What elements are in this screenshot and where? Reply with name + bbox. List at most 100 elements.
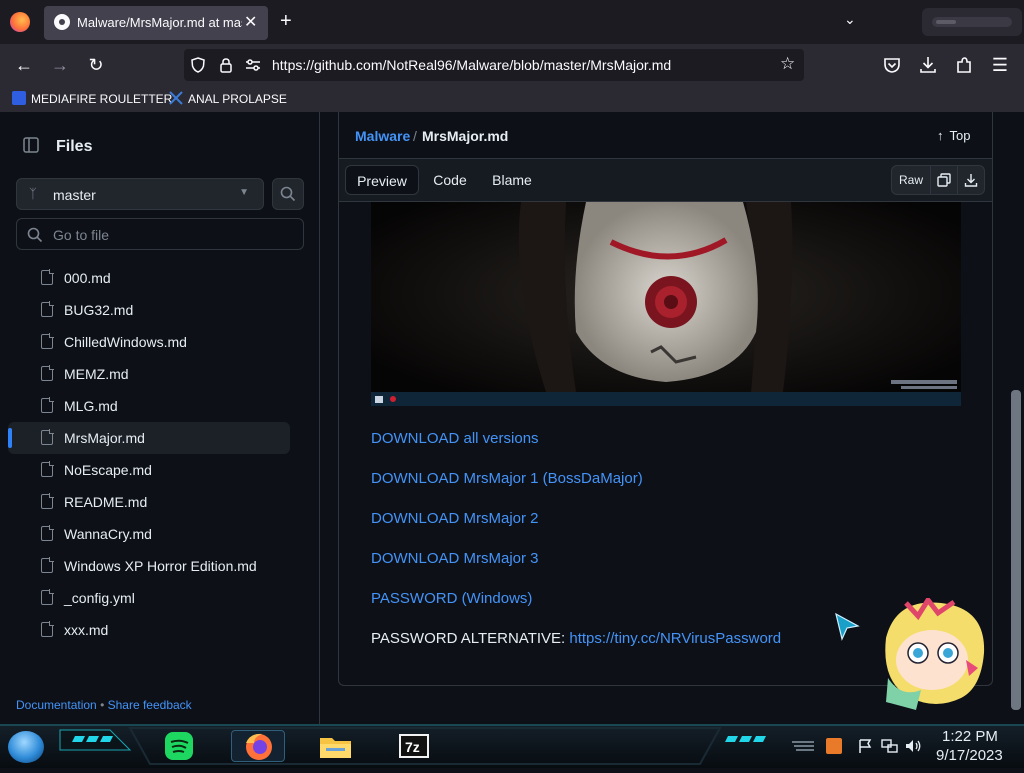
extensions-puzzle-icon[interactable] (954, 55, 974, 75)
go-to-file-input[interactable] (51, 224, 295, 246)
file-icon (41, 589, 54, 605)
address-bar[interactable]: https://github.com/NotReal96/Malware/blo… (184, 49, 804, 81)
downloads-icon[interactable] (918, 55, 938, 75)
navigation-toolbar: ← → ↻ https://github.com/NotReal96/Malwa… (0, 44, 1024, 86)
network-icon[interactable] (880, 738, 898, 754)
file-item-000-md[interactable]: 000.md (8, 262, 290, 294)
file-actions-group: Raw (891, 165, 985, 195)
page-scrollbar-thumb[interactable] (1011, 390, 1021, 710)
file-name: README.md (64, 494, 148, 510)
search-icon (27, 227, 43, 243)
breadcrumb-separator: / (413, 128, 417, 144)
reload-icon[interactable]: ↻ (83, 52, 109, 78)
volume-icon[interactable] (904, 738, 922, 754)
mediafire-favicon-icon (12, 91, 26, 105)
hamburger-menu-icon[interactable]: ☰ (987, 52, 1013, 78)
bookmark-anal-prolapse[interactable]: ANAL PROLAPSE (169, 91, 287, 106)
download-mrsmajor-2-link[interactable]: DOWNLOAD MrsMajor 2 (371, 510, 539, 527)
tracking-shield-icon[interactable] (190, 57, 206, 73)
taskbar-clock-date[interactable]: 9/17/2023 (936, 747, 1003, 764)
taskbar-7zip-button[interactable]: 7z (387, 730, 441, 762)
branch-name: master (53, 187, 96, 203)
password-alternative-label: PASSWORD ALTERNATIVE: (371, 630, 566, 647)
download-mrsmajor-1-link[interactable]: DOWNLOAD MrsMajor 1 (BossDaMajor) (371, 470, 643, 487)
file-item-readme-md[interactable]: README.md (8, 486, 290, 518)
bookmark-mediafire-roulette[interactable]: MEDIAFIRE ROULETTER (12, 91, 172, 106)
password-alternative-url-link[interactable]: https://tiny.cc/NRVirusPassword (569, 630, 781, 647)
file-item-mrsmajor-md[interactable]: MrsMajor.md (8, 422, 290, 454)
copy-raw-button[interactable] (931, 166, 958, 194)
bookmarks-toolbar: MEDIAFIRE ROULETTER ANAL PROLAPSE (0, 86, 1024, 112)
file-item-wannacry-md[interactable]: WannaCry.md (8, 518, 290, 550)
download-icon (964, 174, 978, 187)
firefox-logo-icon[interactable] (10, 12, 30, 32)
mrsmajor-screenshot-image (371, 202, 961, 406)
breadcrumb-repo-link[interactable]: Malware (355, 128, 410, 144)
url-text[interactable]: https://github.com/NotReal96/Malware/blo… (272, 57, 671, 73)
file-item-memz-md[interactable]: MEMZ.md (8, 358, 290, 390)
back-to-top-button[interactable]: ↑ Top (937, 128, 970, 143)
password-windows-link[interactable]: PASSWORD (Windows) (371, 590, 532, 607)
bookmark-label: MEDIAFIRE ROULETTER (31, 92, 173, 106)
bookmark-star-icon[interactable]: ☆ (780, 54, 795, 74)
start-button[interactable] (8, 731, 44, 763)
taskbar-firefox-button[interactable] (231, 730, 285, 762)
taskbar-spotify-button[interactable] (153, 730, 207, 762)
arrow-up-icon: ↑ (937, 128, 944, 143)
pocket-icon[interactable] (882, 56, 902, 74)
share-feedback-link[interactable]: Share feedback (108, 698, 192, 712)
page-permissions-icon[interactable] (244, 57, 262, 73)
tray-app-icon[interactable] (826, 738, 842, 754)
sidebar-footer: Documentation • Share feedback (16, 698, 192, 712)
back-arrow-icon[interactable]: ← (11, 52, 37, 78)
file-icon (41, 429, 54, 445)
file-header: Malware / MrsMajor.md ↑ Top (339, 112, 992, 158)
new-tab-button[interactable]: + (280, 10, 292, 33)
window-controls[interactable] (922, 8, 1022, 36)
desktop-mascot-character-image (885, 598, 985, 710)
documentation-link[interactable]: Documentation (16, 698, 97, 712)
raw-button[interactable]: Raw (892, 166, 931, 194)
folder-icon (320, 738, 351, 758)
collapse-sidebar-icon[interactable] (16, 130, 46, 160)
branch-selector[interactable]: ᛉ master ▼ (16, 178, 264, 210)
file-toolbar: Preview Code Blame Raw (339, 158, 992, 202)
download-all-versions-link[interactable]: DOWNLOAD all versions (371, 430, 539, 447)
search-files-button[interactable] (272, 178, 304, 210)
tab-close-icon[interactable]: ✕ (244, 12, 257, 32)
file-name: 000.md (64, 270, 111, 286)
file-name: MrsMajor.md (64, 430, 145, 446)
file-item-bug32-md[interactable]: BUG32.md (8, 294, 290, 326)
action-center-flag-icon[interactable] (857, 738, 873, 754)
file-icon (41, 621, 54, 637)
tab-code[interactable]: Code (423, 165, 477, 195)
file-icon (41, 333, 54, 349)
file-icon (41, 397, 54, 413)
file-icon (41, 461, 54, 477)
go-to-file-field[interactable] (16, 218, 304, 250)
forward-arrow-icon[interactable]: → (47, 52, 73, 78)
tab-title: Malware/MrsMajor.md at master · NotReal9… (77, 15, 242, 30)
taskbar-file-explorer-button[interactable] (309, 730, 363, 762)
file-item-chilledwindows-md[interactable]: ChilledWindows.md (8, 326, 290, 358)
file-item-noescape-md[interactable]: NoEscape.md (8, 454, 290, 486)
file-icon (41, 493, 54, 509)
browser-tab-active[interactable]: Malware/MrsMajor.md at master · NotReal9… (44, 6, 268, 40)
list-all-tabs-chevron-icon[interactable]: ⌄ (844, 11, 856, 28)
taskbar-stripes-icon (792, 741, 814, 751)
tab-blame[interactable]: Blame (481, 165, 543, 195)
tab-preview[interactable]: Preview (345, 165, 419, 195)
taskbar-clock-time[interactable]: 1:22 PM (942, 728, 998, 745)
file-item-mlg-md[interactable]: MLG.md (8, 390, 290, 422)
download-mrsmajor-3-link[interactable]: DOWNLOAD MrsMajor 3 (371, 550, 539, 567)
file-item-xxx-md[interactable]: xxx.md (8, 614, 290, 646)
7zip-label: 7z (405, 739, 420, 755)
file-name: Windows XP Horror Edition.md (64, 558, 257, 574)
file-item-windows-xp-horror-edition-md[interactable]: Windows XP Horror Edition.md (8, 550, 290, 582)
file-item-config-yml[interactable]: _config.yml (8, 582, 290, 614)
file-list: 000.md BUG32.md ChilledWindows.md MEMZ.m… (8, 262, 290, 646)
footer-separator: • (100, 698, 105, 712)
lock-icon[interactable] (218, 57, 234, 73)
download-raw-button[interactable] (958, 166, 984, 194)
file-icon (41, 365, 54, 381)
